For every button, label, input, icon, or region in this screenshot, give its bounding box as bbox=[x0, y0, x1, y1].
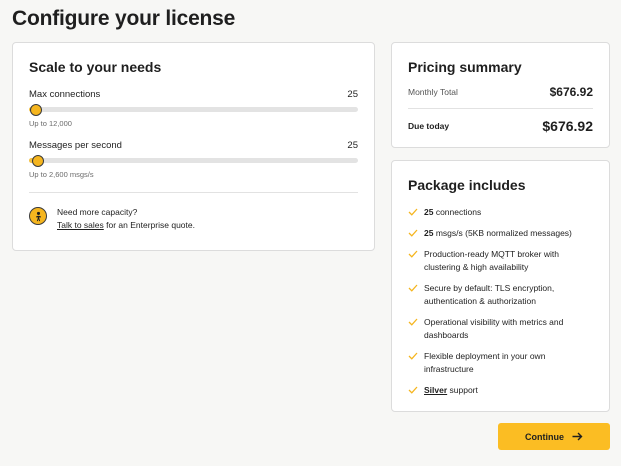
feature-item: Operational visibility with metrics and … bbox=[408, 316, 593, 342]
connections-slider[interactable] bbox=[29, 103, 358, 116]
continue-label: Continue bbox=[525, 431, 564, 442]
messages-value: 25 bbox=[347, 140, 358, 151]
feature-item: 25 connections bbox=[408, 206, 593, 219]
page-title: Configure your license bbox=[12, 7, 236, 30]
arrow-right-icon bbox=[572, 432, 583, 441]
messages-slider-thumb[interactable] bbox=[32, 154, 45, 167]
monthly-total-value: $676.92 bbox=[549, 85, 593, 99]
feature-text: connections bbox=[433, 207, 482, 217]
check-icon bbox=[408, 384, 422, 394]
connections-hint: Up to 12,000 bbox=[29, 119, 72, 128]
monthly-total-label: Monthly Total bbox=[408, 87, 458, 97]
scale-card: Scale to your needs Max connections 25 U… bbox=[12, 42, 375, 251]
messages-slider-block: Messages per second 25 Up to 2,600 msgs/… bbox=[29, 140, 358, 179]
check-icon bbox=[408, 316, 422, 326]
feature-item: Secure by default: TLS encryption, authe… bbox=[408, 282, 593, 308]
feature-item: Silver support bbox=[408, 384, 593, 397]
scale-card-title: Scale to your needs bbox=[29, 59, 162, 75]
silver-support-link[interactable]: Silver bbox=[424, 385, 447, 395]
due-today-value: $676.92 bbox=[542, 118, 593, 134]
messages-hint: Up to 2,600 msgs/s bbox=[29, 170, 94, 179]
messages-slider[interactable] bbox=[29, 154, 358, 167]
feature-list: 25 connections 25 msgs/s (5KB normalized… bbox=[408, 206, 593, 397]
package-card: Package includes 25 connections 25 msgs/… bbox=[391, 160, 610, 412]
pricing-title: Pricing summary bbox=[408, 59, 522, 75]
talk-to-sales-link[interactable]: Talk to sales bbox=[57, 220, 104, 230]
check-icon bbox=[408, 248, 422, 258]
feature-text: Production-ready MQTT broker with cluste… bbox=[424, 249, 559, 272]
due-today-label: Due today bbox=[408, 121, 450, 131]
feature-text: msgs/s (5KB normalized messages) bbox=[433, 228, 572, 238]
feature-text: Flexible deployment in your own infrastr… bbox=[424, 351, 546, 374]
capacity-heading: Need more capacity? bbox=[57, 207, 138, 217]
capacity-callout: Need more capacity? Talk to sales for an… bbox=[29, 206, 358, 232]
scale-divider bbox=[29, 192, 358, 193]
check-icon bbox=[408, 206, 422, 216]
package-title: Package includes bbox=[408, 177, 526, 193]
check-icon bbox=[408, 227, 422, 237]
connections-label: Max connections bbox=[29, 89, 101, 100]
pricing-divider bbox=[408, 108, 593, 109]
feature-text: support bbox=[447, 385, 478, 395]
connections-value: 25 bbox=[347, 89, 358, 100]
messages-label: Messages per second bbox=[29, 140, 122, 151]
capacity-suffix: for an Enterprise quote. bbox=[103, 220, 195, 230]
connections-slider-thumb[interactable] bbox=[29, 103, 42, 116]
feature-text: Secure by default: TLS encryption, authe… bbox=[424, 283, 555, 306]
check-icon bbox=[408, 350, 422, 360]
check-icon bbox=[408, 282, 422, 292]
feature-item: 25 msgs/s (5KB normalized messages) bbox=[408, 227, 593, 240]
continue-button[interactable]: Continue bbox=[498, 423, 610, 450]
feature-item: Flexible deployment in your own infrastr… bbox=[408, 350, 593, 376]
connections-slider-block: Max connections 25 Up to 12,000 bbox=[29, 89, 358, 128]
pricing-card: Pricing summary Monthly Total $676.92 Du… bbox=[391, 42, 610, 148]
feature-item: Production-ready MQTT broker with cluste… bbox=[408, 248, 593, 274]
feature-text: Operational visibility with metrics and … bbox=[424, 317, 564, 340]
people-icon bbox=[29, 207, 47, 225]
